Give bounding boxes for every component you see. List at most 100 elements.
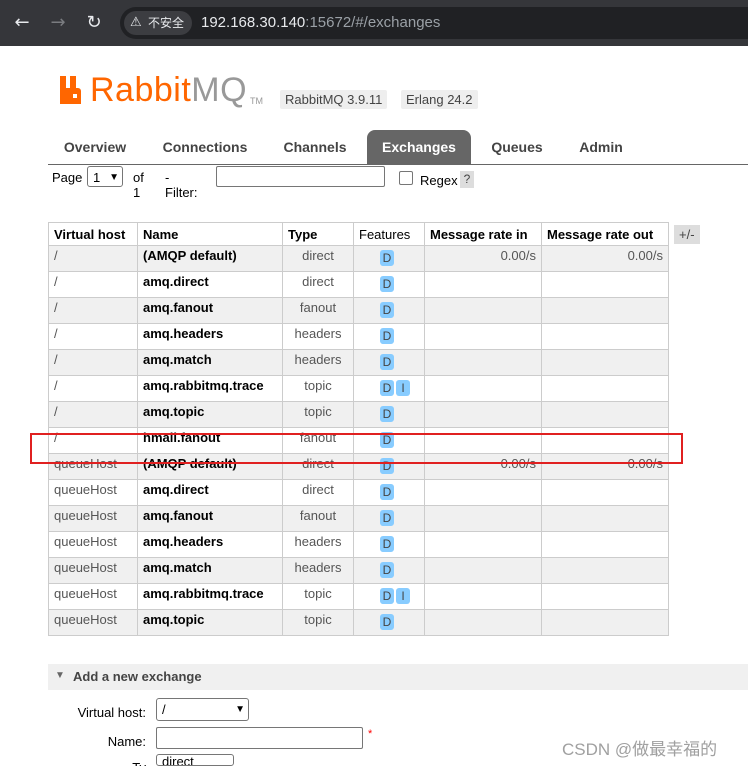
required-mark: *: [368, 728, 373, 740]
internal-badge: I: [396, 380, 410, 396]
durable-badge: D: [380, 588, 394, 604]
warning-icon: ⚠: [130, 15, 142, 30]
cell-rate-in: [424, 323, 542, 350]
vhost-select-value: /: [162, 702, 166, 717]
url-host: 192.168.30.140: [201, 14, 306, 31]
filter-input[interactable]: [216, 166, 385, 187]
cell-features: DI: [353, 583, 425, 610]
cell-type: direct: [282, 271, 354, 298]
name-field-label: Name:: [107, 734, 146, 749]
tab-admin[interactable]: Admin: [568, 130, 634, 164]
cell-features: DI: [353, 375, 425, 402]
cell-virtual-host: /: [48, 401, 138, 428]
security-label: 不安全: [148, 16, 185, 30]
cell-rate-out: [541, 401, 669, 428]
cell-type: direct: [282, 245, 354, 272]
col-virtual-host[interactable]: Virtual host: [48, 222, 138, 246]
cell-type: topic: [282, 583, 354, 610]
cell-type: topic: [282, 375, 354, 402]
durable-badge: D: [380, 614, 394, 630]
table-row: / amq.headers headers D: [48, 323, 669, 350]
durable-badge: D: [380, 250, 394, 266]
rabbit-logo-icon: [60, 76, 81, 104]
cell-exchange-name-link[interactable]: amq.direct: [137, 479, 283, 506]
cell-rate-in: [424, 271, 542, 298]
cell-rate-in: [424, 375, 542, 402]
cell-exchange-name-link[interactable]: amq.headers: [137, 531, 283, 558]
table-row: queueHost amq.rabbitmq.trace topic D I: [48, 583, 669, 610]
main-tabs: Overview Connections Channels Exchanges …: [48, 130, 748, 165]
cell-exchange-name-link[interactable]: amq.headers: [137, 323, 283, 350]
cell-rate-out: [541, 583, 669, 610]
tab-connections[interactable]: Connections: [148, 130, 262, 164]
regex-help-button[interactable]: ?: [460, 171, 474, 188]
cell-exchange-name-link[interactable]: amq.match: [137, 557, 283, 584]
cell-exchange-name-link[interactable]: amq.direct: [137, 271, 283, 298]
cell-type: topic: [282, 609, 354, 636]
url-text[interactable]: 192.168.30.140:15672/#/exchanges: [201, 13, 440, 33]
cell-type: headers: [282, 349, 354, 376]
cell-exchange-name-link[interactable]: amq.rabbitmq.trace: [137, 375, 283, 402]
cell-rate-in: 0.00/s: [424, 245, 542, 272]
page-select[interactable]: 1 ▼: [87, 166, 123, 187]
cell-rate-in: [424, 583, 542, 610]
durable-badge: D: [380, 536, 394, 552]
exchange-name-input[interactable]: [156, 727, 363, 749]
cell-virtual-host: queueHost: [48, 583, 138, 610]
cell-rate-out: [541, 297, 669, 324]
cell-rate-in: [424, 557, 542, 584]
vhost-select[interactable]: / ▼: [156, 698, 249, 721]
col-rate-in[interactable]: Message rate in: [424, 222, 542, 246]
cell-exchange-name-link[interactable]: amq.match: [137, 349, 283, 376]
cell-exchange-name-link[interactable]: amq.topic: [137, 401, 283, 428]
type-select[interactable]: direct: [156, 754, 234, 766]
exchanges-table: Virtual host Name Type Features Message …: [48, 222, 669, 636]
cell-exchange-name-link[interactable]: amq.fanout: [137, 505, 283, 532]
cell-features: D: [353, 557, 425, 584]
back-arrow-icon[interactable]: ←: [11, 12, 33, 34]
cell-rate-out: [541, 479, 669, 506]
cell-features: D: [353, 323, 425, 350]
chevron-down-icon: ▼: [109, 172, 119, 183]
cell-features: D: [353, 297, 425, 324]
add-exchange-section[interactable]: ▼ Add a new exchange: [48, 664, 748, 690]
security-chip[interactable]: ⚠ 不安全: [124, 11, 192, 35]
cell-rate-in: [424, 505, 542, 532]
tab-channels[interactable]: Channels: [270, 130, 360, 164]
chevron-down-icon: ▼: [235, 704, 245, 715]
cell-virtual-host: queueHost: [48, 531, 138, 558]
cell-virtual-host: queueHost: [48, 505, 138, 532]
cell-exchange-name-link[interactable]: (AMQP default): [137, 245, 283, 272]
durable-badge: D: [380, 406, 394, 422]
col-rate-out[interactable]: Message rate out: [541, 222, 669, 246]
col-type[interactable]: Type: [282, 222, 354, 246]
columns-toggle-button[interactable]: +/-: [674, 225, 700, 244]
col-name[interactable]: Name: [137, 222, 283, 246]
collapse-triangle-icon: ▼: [55, 670, 65, 681]
add-exchange-title: Add a new exchange: [73, 669, 202, 684]
reload-icon[interactable]: ↻: [83, 12, 105, 34]
tab-queues[interactable]: Queues: [480, 130, 554, 164]
cell-exchange-name-link[interactable]: amq.rabbitmq.trace: [137, 583, 283, 610]
cell-rate-out: [541, 531, 669, 558]
forward-arrow-icon[interactable]: →: [47, 12, 69, 34]
table-row: / amq.match headers D: [48, 349, 669, 376]
cell-features: D: [353, 505, 425, 532]
durable-badge: D: [380, 510, 394, 526]
cell-exchange-name-link[interactable]: amq.fanout: [137, 297, 283, 324]
tab-exchanges[interactable]: Exchanges: [367, 130, 471, 164]
cell-rate-in: [424, 609, 542, 636]
table-row: / amq.direct direct D: [48, 271, 669, 298]
cell-features: D: [353, 245, 425, 272]
cell-features: D: [353, 349, 425, 376]
cell-exchange-name-link[interactable]: amq.topic: [137, 609, 283, 636]
trademark: TM: [250, 96, 263, 106]
durable-badge: D: [380, 328, 394, 344]
tab-overview[interactable]: Overview: [48, 130, 142, 164]
cell-features: D: [353, 401, 425, 428]
page-label: Page: [52, 170, 83, 185]
regex-checkbox[interactable]: [399, 171, 413, 185]
logo-wordmark: RabbitMQ: [90, 70, 247, 110]
cell-virtual-host: /: [48, 323, 138, 350]
cell-virtual-host: queueHost: [48, 609, 138, 636]
